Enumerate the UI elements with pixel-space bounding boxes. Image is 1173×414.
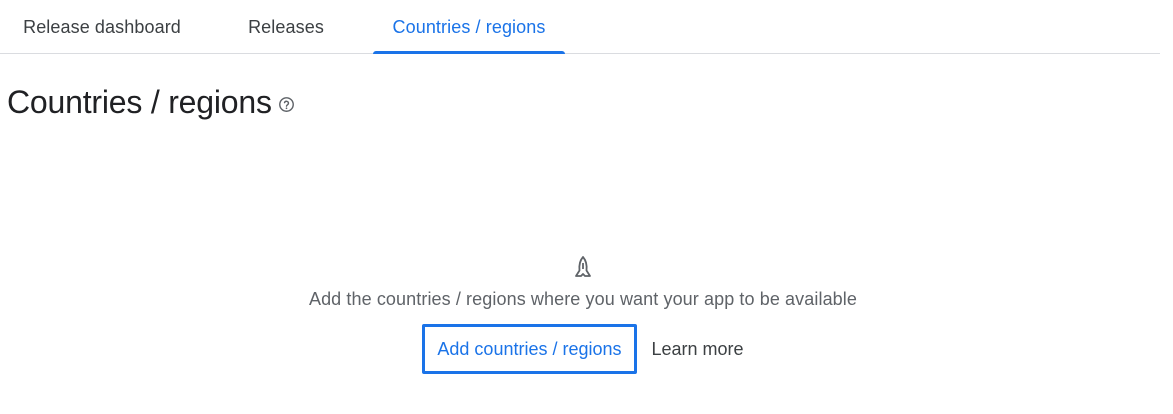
active-tab-indicator [373,51,565,54]
tab-label: Releases [248,16,324,37]
empty-state-actions: Add countries / regions Learn more [422,324,744,374]
page-title: Countries / regions [7,83,272,120]
rocket-icon [572,255,594,279]
tab-label: Release dashboard [23,16,181,37]
empty-state-message: Add the countries / regions where you wa… [308,289,858,309]
tab-countries-regions[interactable]: Countries / regions [373,0,565,54]
empty-state: Add the countries / regions where you wa… [0,255,1166,374]
page-header: Countries / regions [7,82,295,122]
help-circle-icon[interactable] [278,96,295,113]
add-countries-regions-button[interactable]: Add countries / regions [422,324,637,374]
tab-releases[interactable]: Releases [236,0,336,54]
tab-label: Countries / regions [392,16,546,37]
tab-release-dashboard[interactable]: Release dashboard [6,0,198,54]
learn-more-link[interactable]: Learn more [652,324,744,374]
tab-bar: Release dashboard Releases Countries / r… [0,0,1160,54]
